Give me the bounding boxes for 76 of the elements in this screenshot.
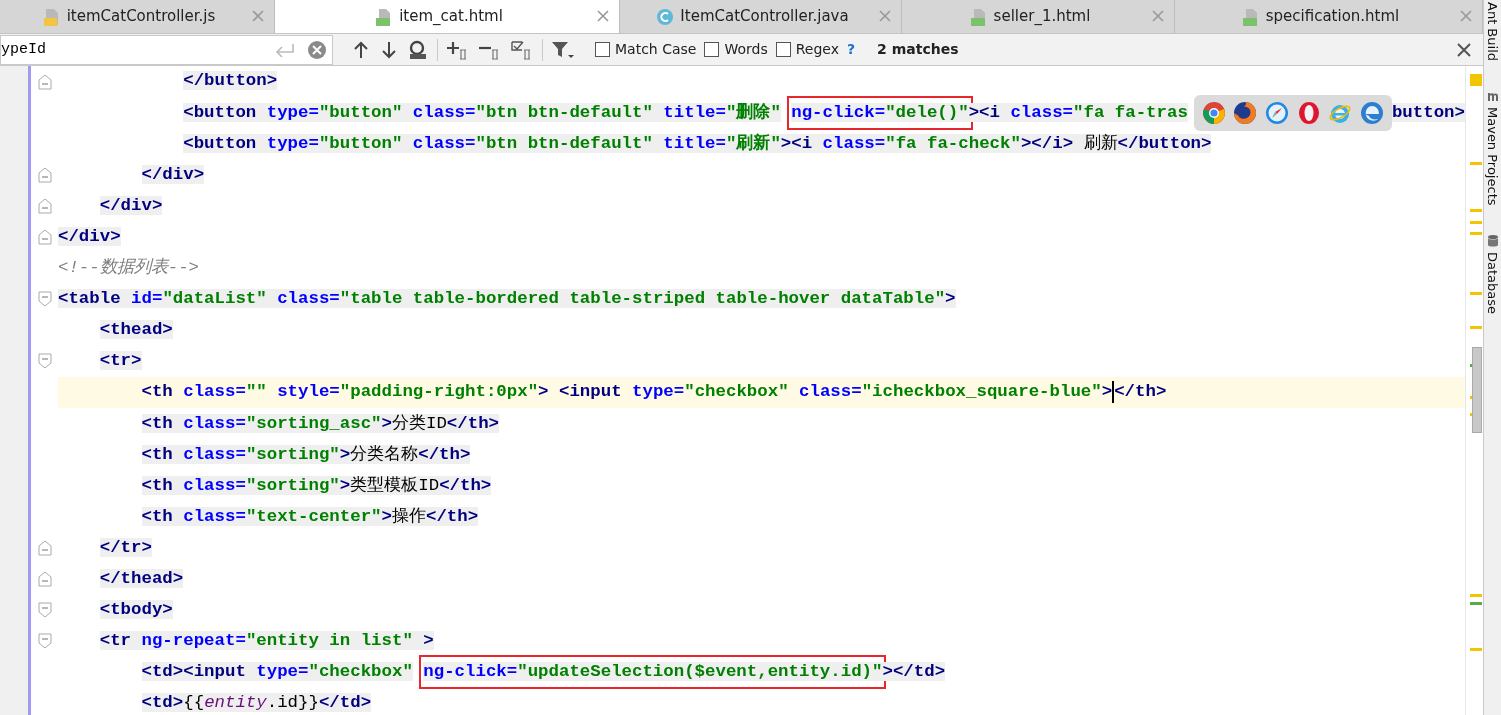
fold-icon[interactable] (38, 539, 52, 556)
code-text: <tr> (99, 350, 142, 373)
fold-icon[interactable] (38, 353, 52, 370)
database-icon (1486, 233, 1499, 248)
code-text: <table id="dataList" class="table table-bordered table-striped table-hover dataTable"> (58, 288, 956, 311)
class-file-icon (656, 7, 675, 26)
code-text: </button> (183, 70, 278, 93)
enter-icon (275, 42, 295, 57)
code-text: ><i class="fa fa-tras (968, 101, 1188, 124)
code-text: <td>{{entity.id}}</td> (141, 692, 372, 715)
stripe-marker (1470, 292, 1482, 295)
find-all-icon[interactable] (407, 39, 429, 60)
file-icon (1241, 7, 1260, 26)
file-icon (42, 7, 61, 26)
file-tab[interactable]: seller_1.html (902, 0, 1175, 33)
code-text: <button type="button" class="btn btn-default" title="刷新"><i class="fa fa-check"></i> 刷新</button> (183, 132, 1212, 155)
code-text: </div> (58, 225, 121, 248)
fold-icon[interactable] (38, 73, 52, 90)
down-arrow-icon[interactable] (379, 39, 399, 60)
warning-marker (1470, 74, 1482, 86)
browser-icon (1360, 100, 1385, 125)
fold-icon[interactable] (38, 291, 52, 308)
stripe-marker (1470, 221, 1482, 224)
stripe-marker (1470, 594, 1482, 597)
browser-icon (1233, 100, 1258, 125)
match-count: 2 matches (877, 40, 959, 59)
code-text: </tr> (99, 536, 152, 559)
file-tab[interactable]: itemCatController.js (0, 0, 275, 33)
close-icon[interactable] (597, 10, 609, 22)
scrollbar-thumb[interactable] (1472, 347, 1482, 433)
fold-icon[interactable] (38, 602, 52, 619)
code-text: <th class="sorting">类型模板ID</th> (141, 474, 492, 497)
fold-icon[interactable] (38, 166, 52, 183)
code-text: <!--数据列表--> (58, 256, 200, 280)
code-text: button> (1391, 101, 1465, 124)
code-text: <thead> (99, 319, 173, 342)
file-tab[interactable]: ItemCatController.java (620, 0, 902, 33)
code-text: <tbody> (99, 599, 173, 622)
code-text: <th class="text-center">操作</th> (141, 505, 479, 528)
fold-icon[interactable] (38, 197, 52, 214)
help-link[interactable]: ? (847, 39, 856, 60)
stripe-marker (1470, 602, 1482, 605)
code-text: <th class="" style="padding-right:0px"> <input type="checkbox" class="icheckbox_square-blue"></th> (141, 379, 1167, 405)
stripe-marker (1470, 648, 1482, 651)
file-tab[interactable]: item_cat.html (275, 0, 620, 33)
compass-icon (1265, 100, 1290, 125)
fold-icon[interactable] (38, 633, 52, 650)
browser-icon (1201, 100, 1226, 125)
tool-window-button[interactable]: Ant Build (1482, 2, 1501, 61)
code-text: <th class="sorting">分类名称</th> (141, 443, 471, 466)
fold-icon[interactable] (38, 571, 52, 588)
code-text: <tr ng-repeat="entity in list" > (99, 630, 434, 653)
stripe-marker (1470, 162, 1482, 165)
code-text: </div> (141, 163, 205, 186)
option-checkbox[interactable]: Match Case (595, 39, 697, 60)
code-text: </div> (99, 194, 163, 217)
stripe-marker (1470, 232, 1482, 235)
option-checkbox[interactable]: Words (704, 39, 768, 60)
filter-icon[interactable] (551, 39, 575, 60)
clear-icon[interactable] (307, 39, 327, 60)
fold-icon[interactable] (38, 229, 52, 245)
code-text: <td><input type="checkbox" (141, 661, 413, 684)
stripe-marker (1470, 326, 1482, 329)
search-field[interactable]: ypeId (0, 34, 333, 65)
file-icon (969, 7, 988, 26)
tool-window-button[interactable]: Database (1482, 251, 1501, 314)
file-tab[interactable]: specification.html (1175, 0, 1483, 33)
code-text: <button type="button" class="btn btn-default" title="删除" (183, 101, 781, 124)
option-checkbox[interactable]: Regex (775, 39, 839, 60)
close-icon[interactable] (1457, 42, 1471, 57)
code-text: ></td> (882, 661, 946, 684)
browser-icon (1296, 100, 1321, 125)
tool-window-button[interactable]: Maven Projects (1482, 107, 1501, 206)
code-text: </thead> (99, 567, 184, 590)
code-text: <th class="sorting_asc">分类ID</th> (141, 412, 500, 435)
stripe-marker (1470, 209, 1482, 212)
